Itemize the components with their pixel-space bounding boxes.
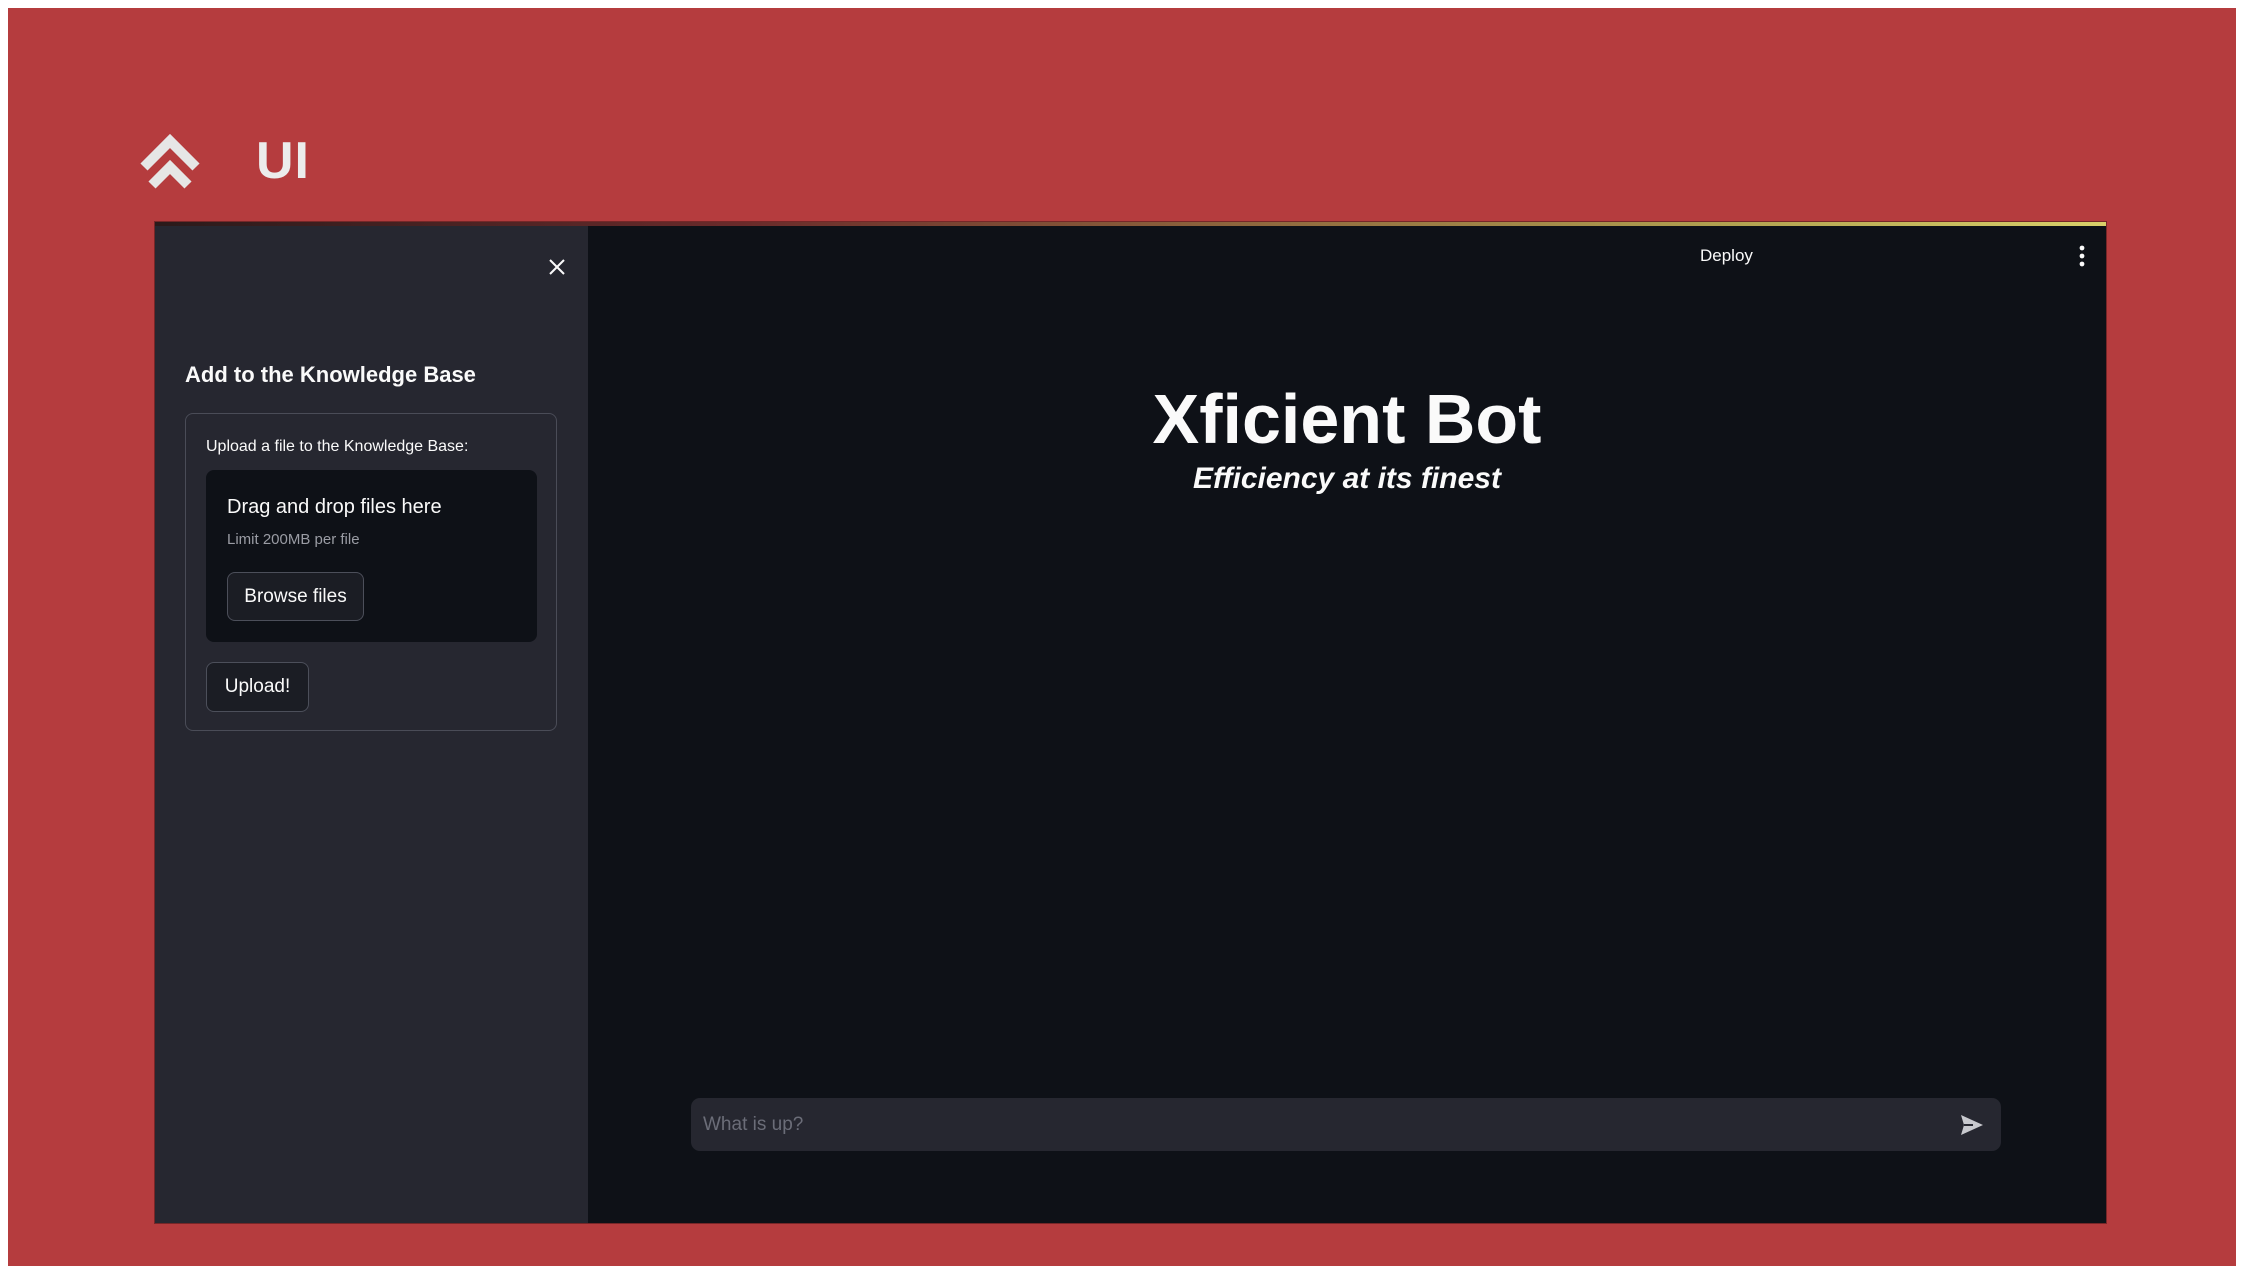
brand-text: UI <box>256 132 310 190</box>
chat-input[interactable] <box>691 1098 1931 1151</box>
file-size-limit: Limit 200MB per file <box>227 531 360 548</box>
app-window: Add to the Knowledge Base Upload a file … <box>155 222 2106 1223</box>
file-dropzone[interactable]: Drag and drop files here Limit 200MB per… <box>206 470 537 642</box>
dropzone-title: Drag and drop files here <box>227 496 442 518</box>
page-title: Xficient Bot <box>1152 380 1542 458</box>
file-uploader-label: Upload a file to the Knowledge Base: <box>206 438 469 455</box>
kebab-menu-icon <box>2079 245 2085 267</box>
brand: UI <box>138 126 310 196</box>
deploy-button[interactable]: Deploy <box>1700 246 1753 266</box>
page-background: UI Add to the Knowledge Base Upload a fi… <box>8 8 2236 1266</box>
upload-button[interactable]: Upload! <box>206 662 309 712</box>
main-menu-button[interactable] <box>2070 242 2094 270</box>
chevron-stack-logo <box>140 133 200 189</box>
send-icon <box>1961 1115 1983 1135</box>
browse-files-button[interactable]: Browse files <box>227 572 364 621</box>
page-subtitle: Efficiency at its finest <box>1193 462 1501 495</box>
close-sidebar-button[interactable] <box>544 254 570 280</box>
upload-form: Upload a file to the Knowledge Base: Dra… <box>185 413 557 731</box>
main-content: Deploy Xficient Bot Efficiency at its fi… <box>588 226 2106 1223</box>
chat-input-bar <box>691 1098 2001 1151</box>
sidebar-heading: Add to the Knowledge Base <box>185 362 476 387</box>
sidebar: Add to the Knowledge Base Upload a file … <box>155 226 588 1223</box>
send-button[interactable] <box>1959 1112 1985 1138</box>
close-icon <box>549 259 565 275</box>
